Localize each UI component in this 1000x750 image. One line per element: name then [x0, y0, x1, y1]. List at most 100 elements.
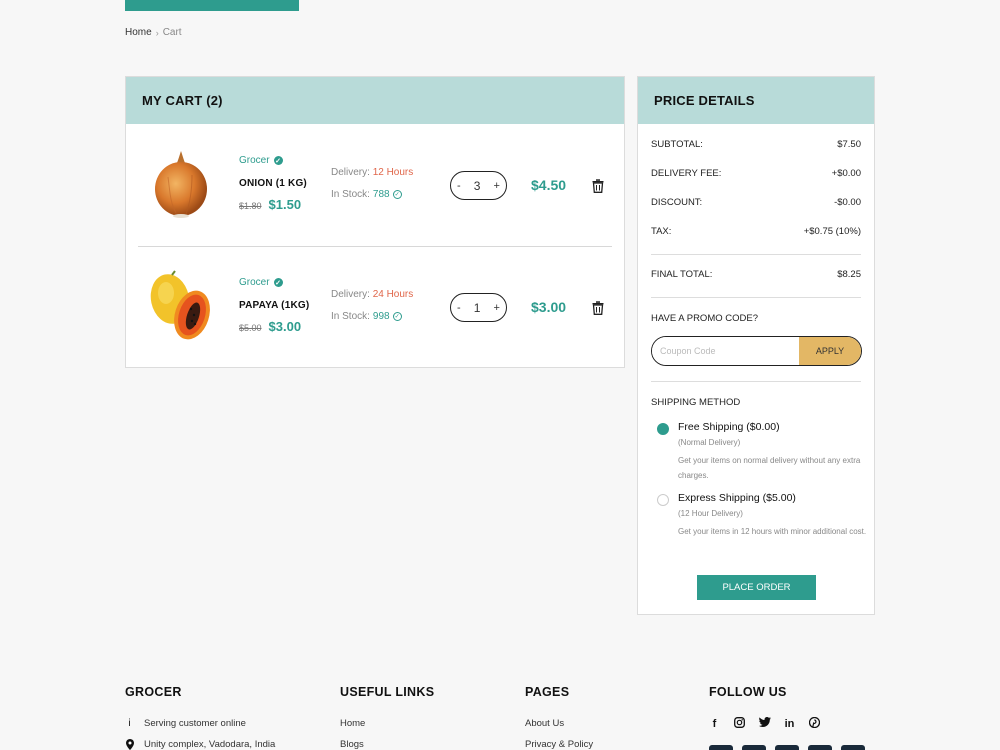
quantity-stepper: - 3 + [450, 171, 507, 200]
tax-label: TAX: [651, 226, 672, 237]
footer-info-item: i Serving customer online [125, 713, 275, 734]
subtotal-value: $7.50 [837, 139, 861, 150]
footer-follow-title: FOLLOW US [709, 685, 787, 699]
twitter-icon[interactable] [759, 717, 771, 730]
footer-grocer-title: GROCER [125, 685, 182, 699]
quantity-stepper: - 1 + [450, 293, 507, 322]
linkedin-icon[interactable]: in [784, 718, 795, 730]
stock-info: In Stock: 998 ✓ [331, 311, 402, 322]
onion-image [155, 151, 207, 218]
brand-label[interactable]: Grocer ✓ [239, 277, 283, 288]
social-tile[interactable] [709, 745, 733, 750]
breadcrumb-home[interactable]: Home [125, 27, 152, 38]
final-total-row: FINAL TOTAL: $8.25 [651, 269, 861, 280]
pinterest-icon[interactable] [808, 716, 821, 731]
price-details-panel: PRICE DETAILS SUBTOTAL: $7.50 DELIVERY F… [637, 76, 875, 615]
stock-info: In Stock: 788 ✓ [331, 189, 402, 200]
divider [651, 297, 861, 298]
papaya-image [150, 270, 210, 340]
cart-panel: MY CART (2) Grocer ✓ ONION (1 KG) $1.80 [125, 76, 625, 368]
instagram-icon[interactable] [734, 716, 745, 731]
footer-pages: PAGES About Us Privacy & Policy [525, 685, 593, 750]
trash-icon[interactable] [592, 301, 604, 315]
map-pin-icon [125, 739, 134, 750]
decrease-button[interactable]: - [457, 302, 461, 314]
social-tile[interactable] [808, 745, 832, 750]
discount-row: DISCOUNT: -$0.00 [651, 197, 861, 208]
info-icon: i [128, 718, 131, 729]
increase-button[interactable]: + [494, 302, 500, 314]
top-accent-bar [125, 0, 299, 11]
delivery-label: Delivery: [331, 289, 370, 300]
brand-name: Grocer [239, 277, 270, 288]
breadcrumb-current: Cart [162, 27, 182, 38]
discount-value: -$0.00 [834, 197, 861, 208]
decrease-button[interactable]: - [457, 180, 461, 192]
social-links: f in [709, 713, 821, 734]
footer-follow-us: FOLLOW US f in [709, 685, 821, 734]
delivery-info: Delivery: 12 Hours [331, 167, 413, 178]
check-circle-icon: ✓ [392, 190, 402, 199]
radio-selected[interactable] [657, 423, 669, 435]
shipping-option-description: Get your items on normal delivery withou… [678, 456, 861, 480]
delivery-fee-label: DELIVERY FEE: [651, 168, 722, 179]
cart-item: Grocer ✓ PAPAYA (1KG) $5.00 $3.00 Delive… [138, 247, 612, 369]
delivery-time: 24 Hours [372, 289, 414, 300]
stock-label: In Stock: [331, 311, 370, 322]
verified-icon: ✓ [273, 278, 283, 287]
delivery-time: 12 Hours [372, 167, 414, 178]
delivery-fee-row: DELIVERY FEE: +$0.00 [651, 168, 861, 179]
footer-info-text: Serving customer online [144, 718, 246, 729]
product-name[interactable]: PAPAYA (1KG) [239, 300, 309, 311]
footer-link[interactable]: Blogs [340, 734, 434, 750]
line-total: $3.00 [531, 299, 567, 315]
social-tile[interactable] [841, 745, 865, 750]
discount-label: DISCOUNT: [651, 197, 703, 208]
footer-link[interactable]: Home [340, 713, 434, 734]
increase-button[interactable]: + [494, 180, 500, 192]
delivery-label: Delivery: [331, 167, 370, 178]
brand-label[interactable]: Grocer ✓ [239, 155, 283, 166]
old-price: $1.80 [239, 201, 262, 211]
quantity-value[interactable]: 3 [474, 179, 481, 193]
social-tile[interactable] [742, 745, 766, 750]
price-details-title: PRICE DETAILS [638, 77, 874, 124]
promo-code-group: APPLY [651, 336, 862, 366]
check-circle-icon: ✓ [392, 312, 402, 321]
brand-name: Grocer [239, 155, 270, 166]
divider [651, 254, 861, 255]
footer-useful-links-title: USEFUL LINKS [340, 685, 435, 699]
verified-icon: ✓ [273, 156, 283, 165]
breadcrumb: Home › Cart [125, 27, 182, 38]
trash-icon[interactable] [592, 179, 604, 193]
product-name[interactable]: ONION (1 KG) [239, 178, 307, 189]
stock-count: 998 [372, 311, 390, 322]
divider [651, 381, 861, 382]
subtotal-label: SUBTOTAL: [651, 139, 703, 150]
footer-info-item: Unity complex, Vadodara, India [125, 734, 275, 750]
cart-title: MY CART (2) [126, 77, 624, 124]
footer-useful-links: USEFUL LINKS Home Blogs [340, 685, 434, 750]
old-price: $5.00 [239, 323, 262, 333]
social-tile[interactable] [775, 745, 799, 750]
final-total-label: FINAL TOTAL: [651, 269, 713, 280]
footer-link[interactable]: Privacy & Policy [525, 734, 593, 750]
final-total-value: $8.25 [837, 269, 861, 280]
shipping-option-description: Get your items in 12 hours with minor ad… [678, 527, 867, 536]
social-tiles [709, 745, 865, 750]
delivery-fee-value: +$0.00 [831, 168, 861, 179]
shipping-option-subtitle: (Normal Delivery) [678, 438, 741, 447]
product-prices: $5.00 $3.00 [239, 319, 301, 334]
quantity-value[interactable]: 1 [474, 301, 481, 315]
coupon-code-input[interactable] [652, 337, 799, 365]
footer-grocer: GROCER i Serving customer online Unity c… [125, 685, 275, 750]
facebook-icon[interactable]: f [709, 718, 720, 730]
shipping-option-title: Free Shipping ($0.00) [678, 421, 780, 433]
tax-value: +$0.75 (10%) [803, 226, 861, 237]
tax-row: TAX: +$0.75 (10%) [651, 226, 861, 237]
radio-unselected[interactable] [657, 494, 669, 506]
footer-link[interactable]: About Us [525, 713, 593, 734]
line-total: $4.50 [531, 177, 567, 193]
place-order-button[interactable]: PLACE ORDER [697, 575, 816, 600]
apply-button[interactable]: APPLY [799, 337, 861, 365]
